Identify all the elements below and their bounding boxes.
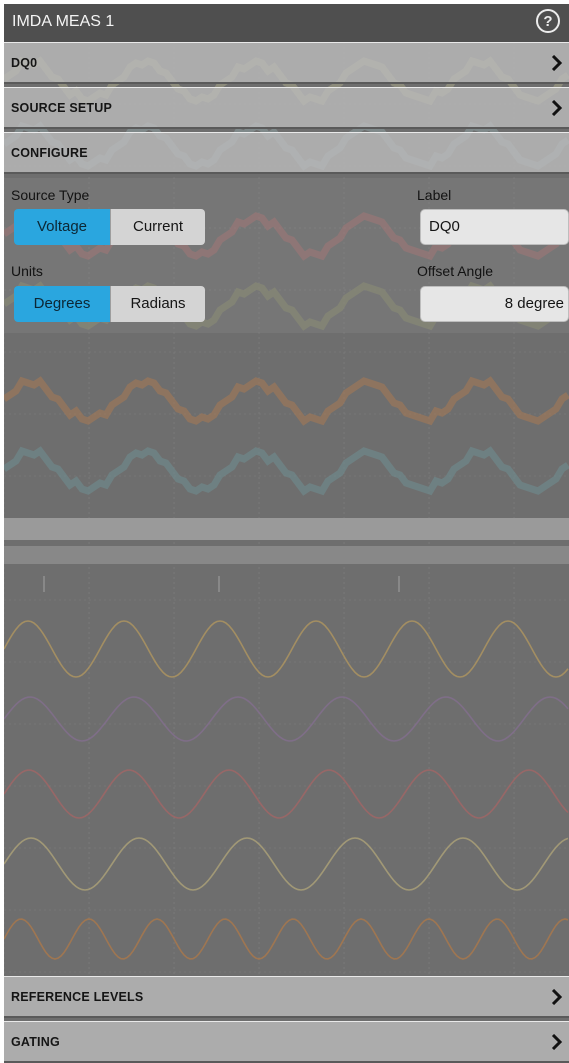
chevron-right-icon <box>551 100 563 116</box>
units-degrees-button[interactable]: Degrees <box>14 286 110 322</box>
section-dq0[interactable]: DQ0 <box>4 42 569 84</box>
label-input[interactable]: DQ0 <box>420 209 569 245</box>
panel-titlebar: IMDA MEAS 1 ? <box>4 4 569 42</box>
display-divider-bar <box>4 518 569 540</box>
section-gating[interactable]: GATING <box>4 1021 569 1063</box>
source-type-voltage-button[interactable]: Voltage <box>14 209 110 245</box>
offset-angle-label: Offset Angle <box>417 263 494 279</box>
section-configure[interactable]: CONFIGURE <box>4 132 569 174</box>
chevron-right-icon <box>551 55 563 71</box>
waveform-trace <box>4 837 569 891</box>
chevron-right-icon <box>551 1034 563 1050</box>
section-reference-levels-label: REFERENCE LEVELS <box>11 990 144 1004</box>
section-source-setup-label: SOURCE SETUP <box>11 101 113 115</box>
section-configure-label: CONFIGURE <box>11 146 88 160</box>
source-type-current-button[interactable]: Current <box>110 209 205 245</box>
waveform-trace <box>4 696 569 742</box>
units-toggle: Degrees Radians <box>14 286 205 322</box>
waveform-trace <box>4 620 569 678</box>
section-gating-label: GATING <box>11 1035 60 1049</box>
offset-angle-input[interactable]: 8 degree <box>420 286 569 322</box>
chevron-right-icon <box>551 989 563 1005</box>
label-field-label: Label <box>417 187 452 203</box>
units-label: Units <box>11 263 43 279</box>
section-source-setup[interactable]: SOURCE SETUP <box>4 87 569 129</box>
source-type-label: Source Type <box>11 187 90 203</box>
waveform-trace <box>4 446 569 496</box>
section-dq0-label: DQ0 <box>11 56 38 70</box>
measurement-panel: IMDA MEAS 1 ? DQ0 SOURCE SETUP CONFIGURE… <box>4 4 569 1063</box>
source-type-toggle: Voltage Current <box>14 209 205 245</box>
waveform-trace <box>4 376 569 426</box>
units-radians-button[interactable]: Radians <box>110 286 205 322</box>
panel-title: IMDA MEAS 1 <box>12 13 115 30</box>
help-icon[interactable]: ? <box>536 9 560 33</box>
display-divider-bar <box>4 546 569 564</box>
waveform-trace <box>4 918 569 960</box>
section-reference-levels[interactable]: REFERENCE LEVELS <box>4 976 569 1018</box>
waveform-trace <box>4 769 569 819</box>
